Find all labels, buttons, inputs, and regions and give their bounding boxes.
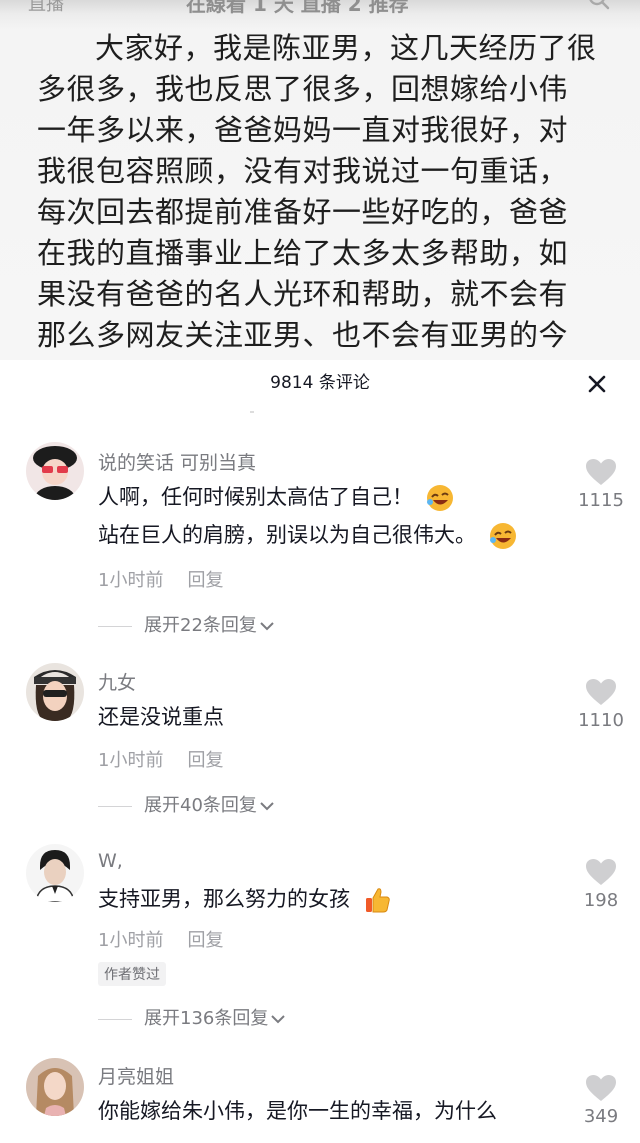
avatar[interactable]	[26, 844, 84, 902]
comment-item: 九女 还是没说重点 1小时前 回复 展开40条回复 1110	[0, 660, 640, 820]
chevron-down-icon	[260, 622, 274, 631]
like-count: 1115	[578, 490, 624, 511]
post-top-bar: 直播 在線看 1 天 直播 2 推荐	[0, 0, 640, 17]
chevron-down-icon	[260, 802, 274, 811]
comment-item: W, 支持亚男，那么努力的女孩 1小时前 回复 作者赞过 展开136条回复 198	[0, 842, 640, 1042]
comment-time: 1小时前	[98, 750, 164, 771]
expand-label: 展开136条回复	[144, 1008, 269, 1029]
comment-username[interactable]: W,	[98, 850, 123, 872]
heart-icon	[586, 859, 616, 885]
comment-text: 人啊，任何时候别太高估了自己！	[98, 478, 454, 516]
comment-count: 9814 条评论	[270, 373, 370, 393]
comment-line: 站在巨人的肩膀，别误以为自己很伟大。	[98, 523, 476, 547]
comment-time: 1小时前	[98, 570, 164, 591]
comment-time: 1小时前	[98, 930, 164, 951]
heart-icon	[586, 679, 616, 705]
top-left-tab[interactable]: 直播	[28, 0, 64, 16]
chevron-down-icon	[271, 1015, 286, 1024]
divider-dot	[250, 411, 254, 413]
comment-item: 月亮姐姐 你能嫁给朱小伟，是你一生的幸福，为什么 349	[0, 1058, 640, 1143]
like-count: 349	[583, 1106, 619, 1127]
search-icon[interactable]	[588, 0, 610, 10]
divider-line	[98, 625, 132, 627]
comment-meta: 1小时前 回复	[98, 746, 223, 772]
comment-sheet-header: 9814 条评论	[0, 360, 640, 400]
rolling-laugh-emoji	[426, 485, 453, 511]
comment-text: 支持亚男，那么努力的女孩	[98, 880, 391, 918]
like-count: 198	[583, 890, 619, 911]
expand-label: 展开22条回复	[144, 615, 257, 636]
comment-line: 你能嫁给朱小伟，是你一生的幸福，为什么	[98, 1099, 497, 1123]
comment-item: 说的笑话 可别当真 人啊，任何时候别太高估了自己！ 站在巨人的肩膀，别误以为自己…	[0, 440, 640, 640]
thumbs-up-emoji	[365, 888, 390, 913]
like-button[interactable]: 1115	[576, 458, 626, 511]
heart-icon	[586, 1075, 616, 1101]
comment-username[interactable]: 说的笑话 可别当真	[98, 448, 256, 475]
avatar[interactable]	[26, 1058, 84, 1116]
author-liked-badge: 作者赞过	[98, 962, 166, 986]
top-center-tabs[interactable]: 在線看 1 天 直播 2 推荐	[186, 0, 409, 17]
like-button[interactable]: 349	[576, 1074, 626, 1127]
comment-text: 你能嫁给朱小伟，是你一生的幸福，为什么	[98, 1092, 497, 1130]
comment-username[interactable]: 九女	[98, 668, 136, 695]
avatar[interactable]	[26, 442, 84, 500]
close-icon[interactable]	[585, 372, 609, 396]
like-button[interactable]: 1110	[576, 678, 626, 731]
expand-label: 展开40条回复	[144, 795, 257, 816]
post-background: 直播 在線看 1 天 直播 2 推荐 大家好，我是陈亚男，这几天经历了很多很多，…	[0, 0, 640, 360]
reply-button[interactable]: 回复	[187, 930, 223, 951]
comment-meta: 1小时前 回复	[98, 926, 223, 952]
expand-replies[interactable]: 展开22条回复	[98, 611, 275, 637]
like-button[interactable]: 198	[576, 858, 626, 911]
avatar[interactable]	[26, 663, 84, 721]
comment-meta: 1小时前 回复	[98, 566, 223, 592]
divider-line	[98, 805, 132, 807]
reply-button[interactable]: 回复	[187, 750, 223, 771]
comment-line: 还是没说重点	[98, 705, 224, 729]
expand-replies[interactable]: 展开40条回复	[98, 791, 275, 817]
comment-text: 还是没说重点	[98, 698, 224, 736]
comment-text: 站在巨人的肩膀，别误以为自己很伟大。	[98, 516, 517, 554]
expand-replies[interactable]: 展开136条回复	[98, 1004, 286, 1030]
like-count: 1110	[578, 710, 624, 731]
heart-icon	[586, 459, 616, 485]
post-text: 大家好，我是陈亚男，这几天经历了很多很多，我也反思了很多，回想嫁给小伟一年多以来…	[37, 31, 597, 360]
comment-line: 支持亚男，那么努力的女孩	[98, 887, 350, 911]
comment-username[interactable]: 月亮姐姐	[98, 1062, 174, 1089]
rolling-laugh-emoji	[489, 523, 516, 549]
reply-button[interactable]: 回复	[187, 570, 223, 591]
comment-line: 人啊，任何时候别太高估了自己！	[98, 485, 413, 509]
divider-line	[98, 1018, 132, 1020]
